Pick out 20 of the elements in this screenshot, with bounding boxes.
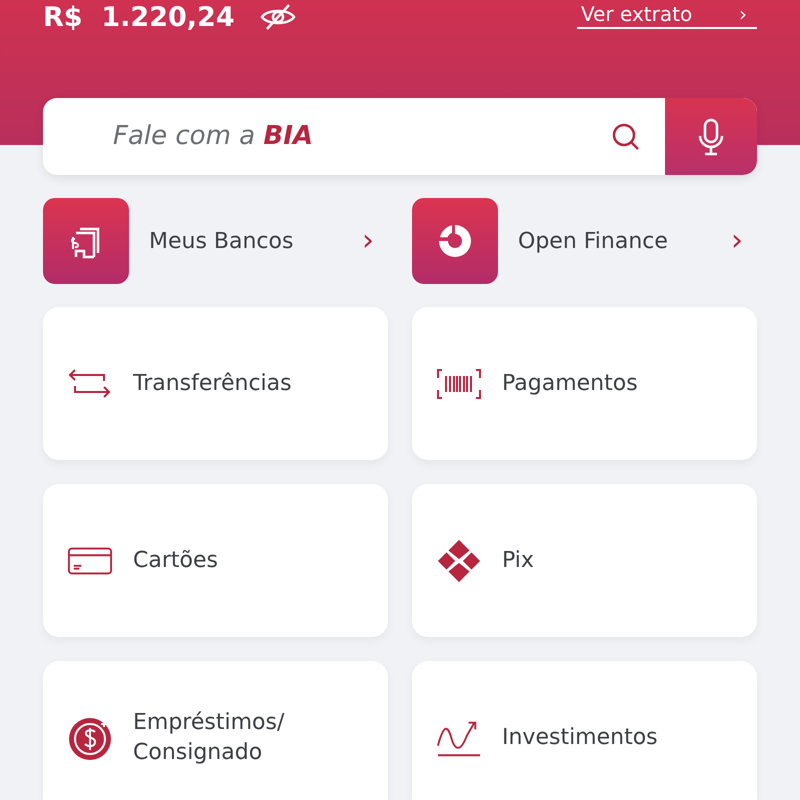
shortcut-label: Open Finance bbox=[518, 228, 669, 256]
hide-eye-icon[interactable] bbox=[258, 2, 297, 32]
shortcut-item[interactable]: Open Finance › bbox=[412, 198, 757, 284]
balance-amount: R$ 1.220,24 bbox=[43, 2, 235, 34]
shortcut-item[interactable]: Meus Bancos › bbox=[43, 198, 388, 284]
chevron-icon: › bbox=[731, 226, 743, 256]
service-card[interactable]: Pix bbox=[412, 484, 757, 637]
service-card[interactable]: Empréstimos/ Consignado bbox=[43, 661, 388, 800]
service-card[interactable]: Investimentos bbox=[412, 661, 757, 800]
chevron-icon: › bbox=[362, 226, 374, 256]
search-field[interactable]: Fale com a BIA bbox=[43, 98, 757, 175]
diamond-tiles-icon bbox=[436, 538, 482, 584]
statement-link[interactable]: Ver extrato › bbox=[577, 1, 757, 29]
microphone-button[interactable] bbox=[665, 98, 757, 175]
service-card[interactable]: Transferências bbox=[43, 307, 388, 460]
search-icon[interactable] bbox=[611, 122, 641, 152]
service-card[interactable]: Pagamentos bbox=[412, 307, 757, 460]
shortcut-label: Meus Bancos bbox=[149, 228, 294, 256]
service-card[interactable]: Cartões bbox=[43, 484, 388, 637]
microphone-icon bbox=[697, 118, 725, 156]
